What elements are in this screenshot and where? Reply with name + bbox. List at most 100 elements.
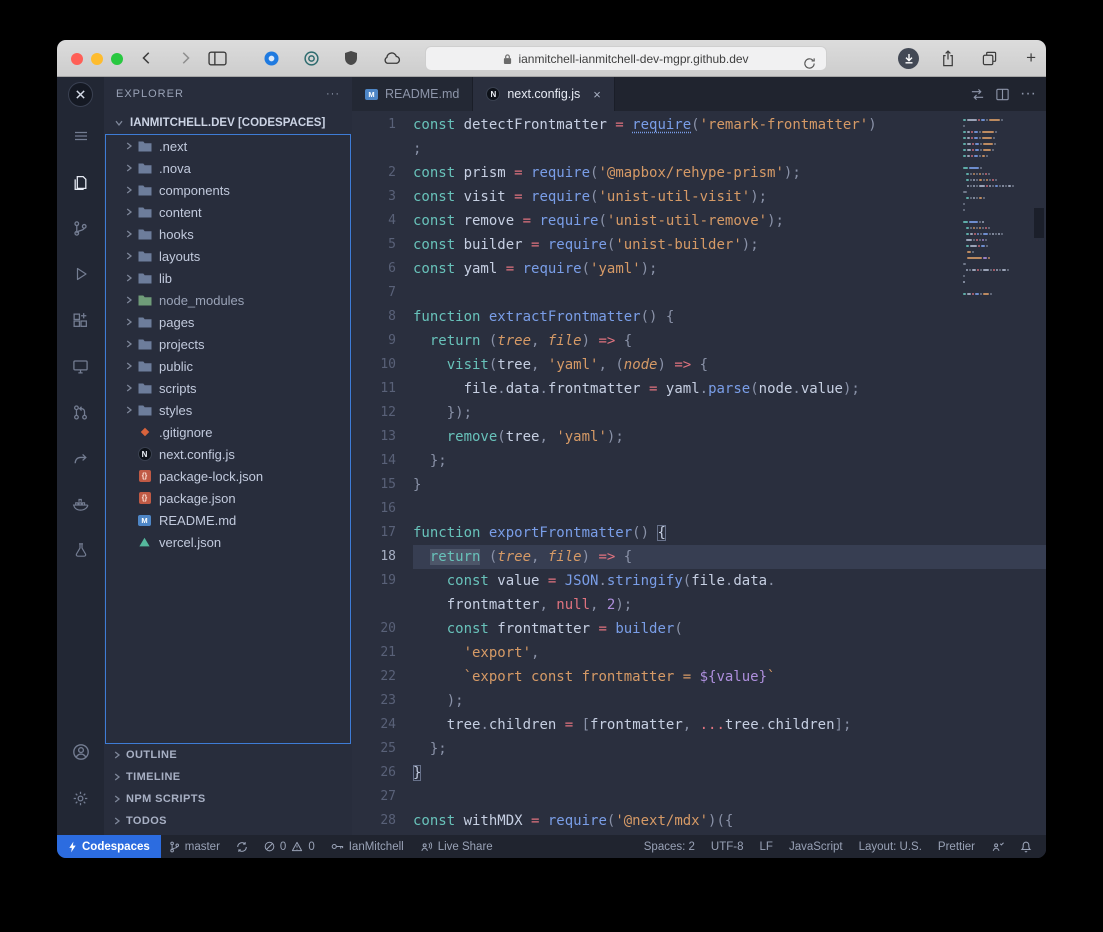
code-line[interactable]: 24 tree.children = [frontmatter, ...tree… [352,713,1046,737]
tab-next-config[interactable]: N next.config.js × [473,77,615,111]
sync-button[interactable] [228,835,256,858]
downloads-button[interactable] [898,48,919,69]
tree-file[interactable]: vercel.json [106,531,350,553]
code-line[interactable]: 23 ); [352,689,1046,713]
code-line[interactable]: 14 }; [352,449,1046,473]
extension-ring-icon[interactable] [299,46,323,70]
code-line[interactable]: frontmatter, null, 2); [352,593,1046,617]
code-line[interactable]: 9 return (tree, file) => { [352,329,1046,353]
explorer-more-actions-icon[interactable]: ··· [326,88,340,100]
scrollbar-thumb[interactable] [1034,208,1044,238]
cloud-extension-icon[interactable] [379,46,403,70]
language-button[interactable]: JavaScript [781,835,851,858]
codespaces-logo[interactable] [57,77,104,111]
code-line[interactable]: 4const remove = require('unist-util-remo… [352,209,1046,233]
tree-root[interactable]: IANMITCHELL.DEV [CODESPACES] [104,111,352,134]
code-line[interactable]: 18 return (tree, file) => { [352,545,1046,569]
encoding-button[interactable]: UTF-8 [703,835,752,858]
tree-folder[interactable]: lib [106,267,350,289]
zoom-window-button[interactable] [111,53,123,65]
remote-explorer-icon[interactable] [66,351,96,381]
tree-folder[interactable]: components [106,179,350,201]
close-window-button[interactable] [71,53,83,65]
live-share-icon[interactable] [66,443,96,473]
tree-file[interactable]: {}package-lock.json [106,465,350,487]
code-line[interactable]: ; [352,137,1046,161]
open-changes-icon[interactable] [970,87,985,102]
tab-readme[interactable]: M README.md [352,77,473,111]
extension-blue-loop-icon[interactable] [259,46,283,70]
menu-icon[interactable] [66,121,96,151]
extensions-icon[interactable] [66,305,96,335]
code-line[interactable]: 3const visit = require('unist-util-visit… [352,185,1046,209]
feedback-icon[interactable] [983,835,1012,858]
code-line[interactable]: 25 }; [352,737,1046,761]
code-line[interactable]: 12 }); [352,401,1046,425]
tree-folder[interactable]: node_modules [106,289,350,311]
editor-more-actions-icon[interactable]: ··· [1020,85,1036,103]
settings-gear-icon[interactable] [66,783,96,813]
source-control-icon[interactable] [66,213,96,243]
tab-overview-icon[interactable] [977,46,1001,70]
shield-extension-icon[interactable] [339,46,363,70]
code-line[interactable]: 7 [352,281,1046,305]
code-line[interactable]: 13 remove(tree, 'yaml'); [352,425,1046,449]
share-icon[interactable] [936,46,960,70]
close-tab-icon[interactable]: × [593,87,601,102]
code-line[interactable]: 15} [352,473,1046,497]
sidebar-section[interactable]: TODOS [104,810,352,832]
code-editor[interactable]: 1const detectFrontmatter = require('rema… [352,111,1046,835]
reload-icon[interactable] [797,51,821,75]
code-line[interactable]: 16 [352,497,1046,521]
scrollbar[interactable] [1032,111,1046,835]
code-line[interactable]: 28const withMDX = require('@next/mdx')({ [352,809,1046,833]
split-editor-icon[interactable] [995,87,1010,102]
codespaces-remote-button[interactable]: Codespaces [57,835,161,858]
tree-file[interactable]: MREADME.md [106,509,350,531]
code-line[interactable]: 19 const value = JSON.stringify(file.dat… [352,569,1046,593]
live-share-button[interactable]: Live Share [412,835,501,858]
tree-folder[interactable]: styles [106,399,350,421]
tree-file[interactable]: {}package.json [106,487,350,509]
explorer-icon[interactable] [66,167,96,197]
indentation-button[interactable]: Spaces: 2 [636,835,703,858]
code-line[interactable]: 21 'export', [352,641,1046,665]
run-debug-icon[interactable] [66,259,96,289]
sidebar-section[interactable]: NPM SCRIPTS [104,788,352,810]
account-icon[interactable] [66,737,96,767]
tree-folder[interactable]: public [106,355,350,377]
sidebar-section[interactable]: OUTLINE [104,744,352,766]
tree-folder[interactable]: layouts [106,245,350,267]
back-button[interactable] [135,46,159,70]
minimap[interactable] [963,119,1029,299]
testing-icon[interactable] [66,535,96,565]
code-line[interactable]: 27 [352,785,1046,809]
tree-file[interactable]: Nnext.config.js [106,443,350,465]
notifications-bell-icon[interactable] [1012,835,1040,858]
tree-folder[interactable]: scripts [106,377,350,399]
code-line[interactable]: 2const prism = require('@mapbox/rehype-p… [352,161,1046,185]
minimize-window-button[interactable] [91,53,103,65]
tree-folder[interactable]: .nova [106,157,350,179]
code-line[interactable]: 22 `export const frontmatter = ${value}` [352,665,1046,689]
formatter-button[interactable]: Prettier [930,835,983,858]
code-line[interactable]: 11 file.data.frontmatter = yaml.parse(no… [352,377,1046,401]
code-line[interactable]: 20 const frontmatter = builder( [352,617,1046,641]
sidebar-toggle-icon[interactable] [205,46,229,70]
eol-button[interactable]: LF [752,835,781,858]
problems-button[interactable]: 0 0 [256,835,323,858]
tree-folder[interactable]: hooks [106,223,350,245]
tree-folder[interactable]: pages [106,311,350,333]
code-line[interactable]: 5const builder = require('unist-builder'… [352,233,1046,257]
user-button[interactable]: IanMitchell [323,835,412,858]
code-line[interactable]: 1const detectFrontmatter = require('rema… [352,113,1046,137]
forward-button[interactable] [173,46,197,70]
tree-folder[interactable]: projects [106,333,350,355]
github-pull-requests-icon[interactable] [66,397,96,427]
code-line[interactable]: 8function extractFrontmatter() { [352,305,1046,329]
tree-folder[interactable]: .next [106,135,350,157]
sidebar-section[interactable]: TIMELINE [104,766,352,788]
address-bar[interactable]: ianmitchell-ianmitchell-dev-mgpr.github.… [425,46,827,71]
code-line[interactable]: 6const yaml = require('yaml'); [352,257,1046,281]
tree-folder[interactable]: content [106,201,350,223]
